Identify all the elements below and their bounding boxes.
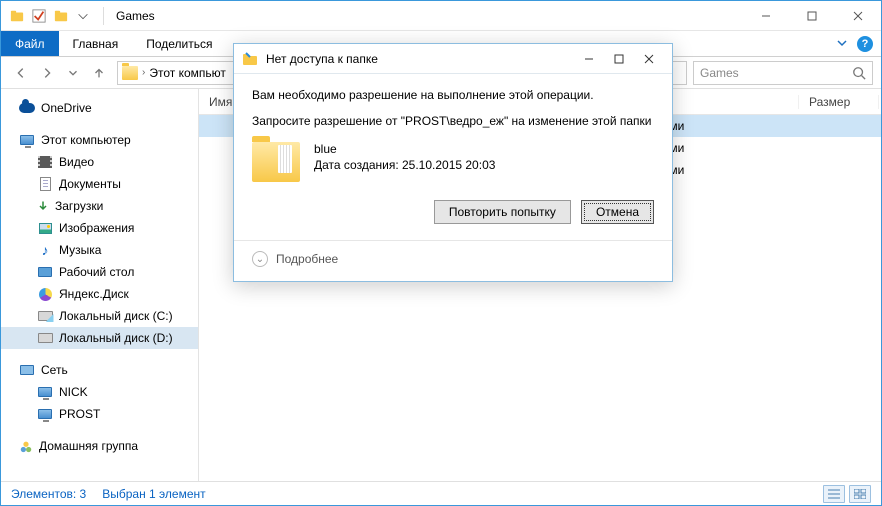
folder-icon: [9, 8, 25, 24]
retry-button[interactable]: Повторить попытку: [434, 200, 571, 224]
dialog-folder-info: blue Дата создания: 25.10.2015 20:03: [252, 142, 654, 182]
film-icon: [37, 154, 53, 170]
drive-icon: [37, 308, 53, 324]
search-input[interactable]: Games: [693, 61, 873, 85]
folder-large-icon: [252, 142, 300, 182]
dialog-title: Нет доступа к папке: [266, 52, 378, 66]
search-placeholder: Games: [700, 66, 739, 80]
nav-onedrive[interactable]: OneDrive: [1, 97, 198, 119]
folder-icon-2: [53, 8, 69, 24]
access-denied-dialog: Нет доступа к папке Вам необходимо разре…: [233, 43, 673, 282]
nav-pane: OneDrive Этот компьютер Видео Документы …: [1, 89, 199, 481]
nav-desktop[interactable]: Рабочий стол: [1, 261, 198, 283]
chevron-right-icon[interactable]: ›: [142, 67, 145, 78]
network-icon: [19, 362, 35, 378]
qat-dropdown-icon[interactable]: [75, 8, 91, 24]
dialog-folder-name: blue: [314, 142, 495, 156]
dialog-body: Вам необходимо разрешение на выполнение …: [234, 74, 672, 240]
window-controls: [743, 1, 881, 31]
ribbon-tab-home[interactable]: Главная: [59, 31, 133, 56]
dialog-folder-icon: [242, 51, 258, 67]
dialog-title-bar: Нет доступа к папке: [234, 44, 672, 74]
ribbon-tab-share[interactable]: Поделиться: [132, 31, 226, 56]
nav-documents[interactable]: Документы: [1, 173, 198, 195]
explorer-window: Games Файл Главная Поделиться ? › Этот к…: [0, 0, 882, 506]
music-icon: ♪: [37, 242, 53, 258]
dialog-message-1: Вам необходимо разрешение на выполнение …: [252, 88, 654, 102]
nav-music[interactable]: ♪Музыка: [1, 239, 198, 261]
view-details-button[interactable]: [823, 485, 845, 503]
nav-forward-button[interactable]: [35, 61, 59, 85]
download-icon: [37, 200, 49, 212]
yandex-disk-icon: [37, 286, 53, 302]
nav-back-button[interactable]: [9, 61, 33, 85]
nav-downloads[interactable]: Загрузки: [1, 195, 198, 217]
qat: [1, 8, 99, 24]
breadcrumb-folder-icon: [122, 66, 138, 80]
checkbox-icon[interactable]: [31, 8, 47, 24]
dialog-minimize-button[interactable]: [574, 47, 604, 71]
maximize-button[interactable]: [789, 1, 835, 31]
cloud-icon: [19, 100, 35, 116]
cancel-button[interactable]: Отмена: [581, 200, 654, 224]
help-icon[interactable]: ?: [857, 36, 873, 52]
nav-network[interactable]: Сеть: [1, 359, 198, 381]
nav-network-nick[interactable]: NICK: [1, 381, 198, 403]
window-title: Games: [108, 9, 155, 23]
ribbon-tab-file[interactable]: Файл: [1, 31, 59, 56]
minimize-button[interactable]: [743, 1, 789, 31]
dialog-details-toggle[interactable]: ⌄ Подробнее: [234, 240, 672, 281]
close-button[interactable]: [835, 1, 881, 31]
desktop-icon: [37, 264, 53, 280]
monitor-icon: [37, 384, 53, 400]
nav-yandex[interactable]: Яндекс.Диск: [1, 283, 198, 305]
breadcrumb-segment[interactable]: Этот компьют: [149, 66, 226, 80]
nav-drive-c[interactable]: Локальный диск (C:): [1, 305, 198, 327]
nav-history-icon[interactable]: [61, 61, 85, 85]
nav-network-prost[interactable]: PROST: [1, 403, 198, 425]
document-icon: [37, 176, 53, 192]
status-selection: Выбран 1 элемент: [102, 487, 205, 501]
ribbon-expand-icon[interactable]: [837, 37, 847, 51]
nav-drive-d[interactable]: Локальный диск (D:): [1, 327, 198, 349]
nav-videos[interactable]: Видео: [1, 151, 198, 173]
monitor-icon: [19, 132, 35, 148]
dialog-more-label: Подробнее: [276, 252, 338, 266]
dialog-folder-date: Дата создания: 25.10.2015 20:03: [314, 158, 495, 172]
nav-homegroup[interactable]: Домашняя группа: [1, 435, 198, 457]
homegroup-icon: [19, 439, 33, 453]
chevron-down-icon: ⌄: [252, 251, 268, 267]
picture-icon: [37, 220, 53, 236]
col-size[interactable]: Размер: [799, 95, 879, 109]
nav-up-button[interactable]: [87, 61, 111, 85]
monitor-icon: [37, 406, 53, 422]
dialog-message-2: Запросите разрешение от "PROST\ведро_еж"…: [252, 114, 654, 128]
drive-icon: [37, 330, 53, 346]
title-bar: Games: [1, 1, 881, 31]
dialog-maximize-button[interactable]: [604, 47, 634, 71]
status-bar: Элементов: 3 Выбран 1 элемент: [1, 481, 881, 505]
search-icon: [852, 66, 866, 80]
view-icons-button[interactable]: [849, 485, 871, 503]
dialog-close-button[interactable]: [634, 47, 664, 71]
nav-pictures[interactable]: Изображения: [1, 217, 198, 239]
dialog-buttons: Повторить попытку Отмена: [252, 200, 654, 224]
nav-thispc[interactable]: Этот компьютер: [1, 129, 198, 151]
status-count: Элементов: 3: [11, 487, 86, 501]
